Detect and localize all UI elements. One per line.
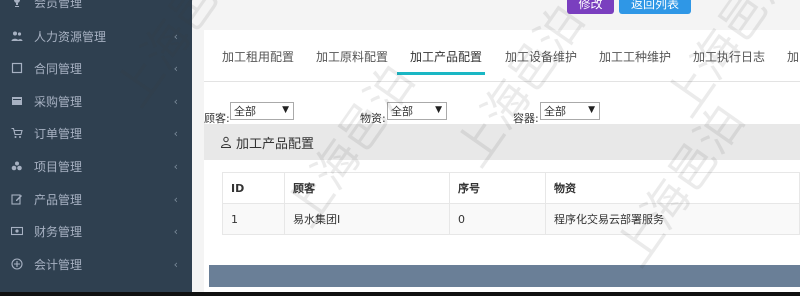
tab-rental-config[interactable]: 加工租用配置	[222, 30, 294, 82]
users-icon	[10, 29, 24, 43]
tab-equipment-maintenance[interactable]: 加工设备维护	[505, 30, 577, 82]
accounting-icon	[10, 257, 24, 271]
project-icon	[10, 159, 24, 173]
cart-icon	[10, 126, 24, 140]
dropdown-arrow-icon: ▼	[435, 105, 442, 115]
sidebar-item-label: 项目管理	[34, 159, 83, 174]
section-header: 加工产品配置	[204, 124, 800, 160]
section-title: 加工产品配置	[236, 136, 315, 152]
sidebar-item-label: 会员管理	[34, 0, 83, 10]
edit-button[interactable]: 修改	[567, 0, 614, 14]
table-row[interactable]: 1 易水集团I 0 程序化交易云部署服务	[222, 203, 800, 235]
column-header-id[interactable]: ID	[222, 172, 285, 204]
top-toolbar: 修改 返回列表	[192, 0, 800, 30]
cell-seq: 0	[449, 203, 546, 235]
cell-id: 1	[222, 203, 285, 235]
sidebar-item-finance[interactable]: 财务管理 ‹	[0, 215, 192, 247]
trophy-icon	[10, 0, 24, 9]
chevron-left-icon: ‹	[173, 30, 178, 43]
sidebar-item-label: 采购管理	[34, 94, 83, 109]
customer-select-value: 全部	[234, 105, 256, 118]
tab-material-config[interactable]: 加工原料配置	[316, 30, 388, 82]
tab-worktype-maintenance[interactable]: 加工工种维护	[599, 30, 671, 82]
sidebar-item-products[interactable]: 产品管理 ‹	[0, 183, 192, 215]
sidebar-item-projects[interactable]: 项目管理 ‹	[0, 150, 192, 182]
sidebar-item-members[interactable]: 会员管理	[0, 0, 192, 18]
pagination-bar	[209, 265, 800, 287]
sidebar-item-label: 会计管理	[34, 257, 83, 272]
sidebar-item-hr[interactable]: 人力资源管理 ‹	[0, 20, 192, 52]
data-table: ID 顾客 序号 物资 1 易水集团I 0 程序化交易云部署服务	[222, 172, 800, 235]
tab-more[interactable]: 加	[787, 30, 799, 82]
tab-execution-log[interactable]: 加工执行日志	[693, 30, 765, 82]
sidebar-item-label: 人力资源管理	[34, 29, 107, 44]
sidebar-item-label: 合同管理	[34, 61, 83, 76]
table-header-row: ID 顾客 序号 物资	[222, 172, 800, 204]
contract-icon	[10, 61, 24, 75]
sidebar-item-label: 产品管理	[34, 192, 83, 207]
edit-icon	[10, 192, 24, 206]
chevron-left-icon: ‹	[173, 225, 178, 238]
sidebar: 会员管理 人力资源管理 ‹ 合同管理 ‹ 采购管理 ‹ 订单管理 ‹ 项目管理 …	[0, 0, 192, 296]
sidebar-item-purchase[interactable]: 采购管理 ‹	[0, 85, 192, 117]
chevron-left-icon: ‹	[173, 193, 178, 206]
user-icon	[220, 136, 232, 148]
sidebar-item-label: 财务管理	[34, 224, 83, 239]
active-tab-indicator	[397, 72, 485, 75]
sidebar-item-label: 订单管理	[34, 126, 83, 141]
material-select[interactable]: 全部 ▼	[387, 102, 447, 120]
chevron-left-icon: ‹	[173, 160, 178, 173]
material-select-value: 全部	[391, 105, 413, 118]
chevron-left-icon: ‹	[173, 62, 178, 75]
purchase-icon	[10, 94, 24, 108]
column-header-material[interactable]: 物资	[545, 172, 800, 204]
window-bottom-edge	[0, 292, 800, 296]
chevron-left-icon: ‹	[173, 127, 178, 140]
dropdown-arrow-icon: ▼	[282, 105, 289, 115]
cell-material: 程序化交易云部署服务	[545, 203, 800, 235]
column-header-customer[interactable]: 顾客	[284, 172, 450, 204]
filter-bar: 顾客: 全部 ▼ 物资: 全部 ▼ 容器: 全部 ▼	[204, 100, 800, 125]
column-header-seq[interactable]: 序号	[449, 172, 546, 204]
chevron-left-icon: ‹	[173, 258, 178, 271]
container-select-value: 全部	[544, 105, 566, 118]
money-icon	[10, 224, 24, 238]
customer-select[interactable]: 全部 ▼	[230, 102, 294, 120]
sidebar-item-accounting[interactable]: 会计管理 ‹	[0, 248, 192, 280]
chevron-left-icon: ‹	[173, 95, 178, 108]
dropdown-arrow-icon: ▼	[588, 105, 595, 115]
tab-bar: 加工租用配置 加工原料配置 加工产品配置 加工设备维护 加工工种维护 加工执行日…	[204, 30, 800, 82]
back-to-list-button[interactable]: 返回列表	[619, 0, 691, 14]
sidebar-item-orders[interactable]: 订单管理 ‹	[0, 117, 192, 149]
main-area: 修改 返回列表 加工租用配置 加工原料配置 加工产品配置 加工设备维护 加工工种…	[192, 0, 800, 296]
cell-customer: 易水集团I	[284, 203, 450, 235]
container-select[interactable]: 全部 ▼	[540, 102, 600, 120]
sidebar-item-contract[interactable]: 合同管理 ‹	[0, 52, 192, 84]
